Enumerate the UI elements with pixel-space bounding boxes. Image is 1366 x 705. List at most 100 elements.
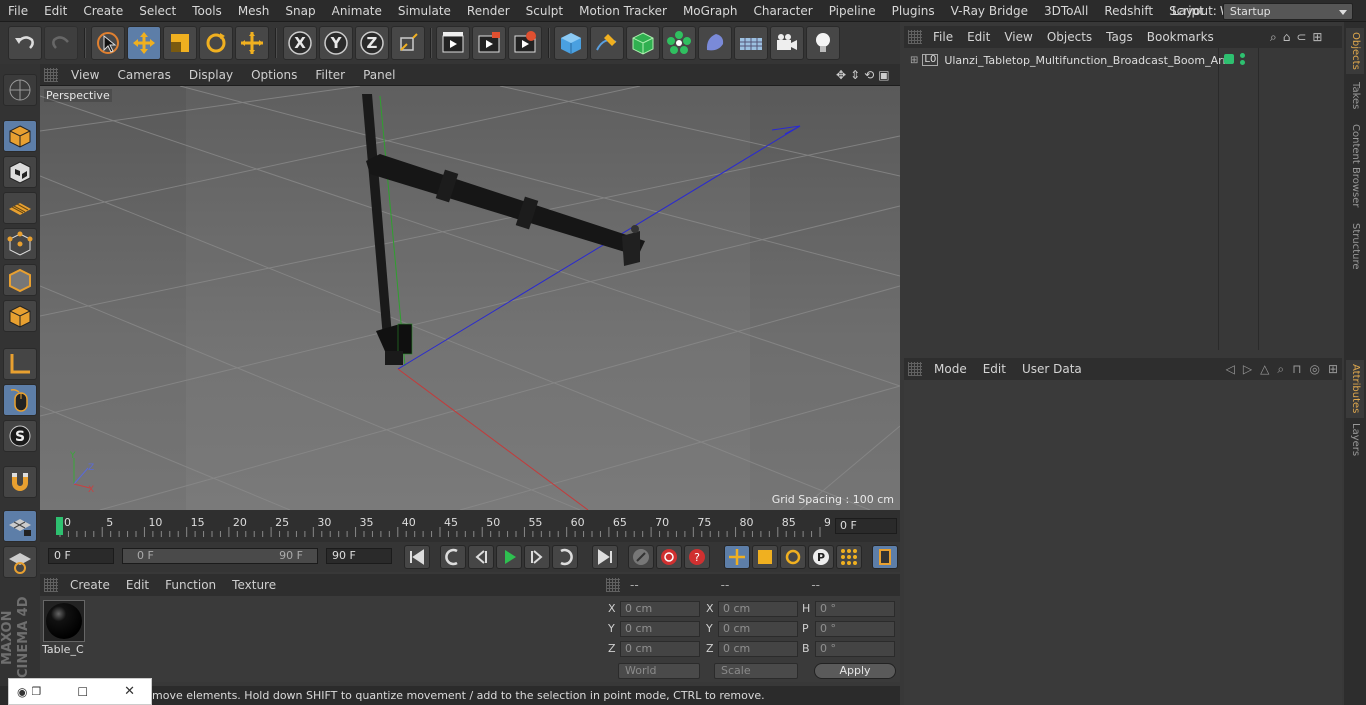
cube-button[interactable] xyxy=(554,26,588,60)
menu-plugins[interactable]: Plugins xyxy=(884,0,943,22)
cloner-button[interactable] xyxy=(662,26,696,60)
object-menu-bookmarks[interactable]: Bookmarks xyxy=(1140,26,1221,48)
menu-sculpt[interactable]: Sculpt xyxy=(518,0,571,22)
record-button[interactable] xyxy=(656,545,682,569)
menu-character[interactable]: Character xyxy=(745,0,820,22)
menu-render[interactable]: Render xyxy=(459,0,518,22)
texture-mode-button[interactable] xyxy=(3,156,37,188)
expand-icon[interactable]: ⊞ xyxy=(910,55,918,66)
recent-tool-button[interactable] xyxy=(235,26,269,60)
menu-simulate[interactable]: Simulate xyxy=(390,0,459,22)
workplane-mode-button[interactable] xyxy=(3,192,37,224)
attribute-menu-mode[interactable]: Mode xyxy=(926,358,975,380)
object-menu-view[interactable]: View xyxy=(997,26,1039,48)
points-mode-button[interactable] xyxy=(3,228,37,260)
subdivision-button[interactable] xyxy=(626,26,660,60)
coord-value-field[interactable]: 0 cm xyxy=(718,641,798,657)
coordinate-mode-select[interactable]: World xyxy=(618,663,700,679)
object-menu-edit[interactable]: Edit xyxy=(960,26,997,48)
tab-objects[interactable]: Objects xyxy=(1346,28,1364,74)
coord-value-field[interactable]: 0 ° xyxy=(815,601,895,617)
menu-redshift[interactable]: Redshift xyxy=(1096,0,1161,22)
menu-snap[interactable]: Snap xyxy=(277,0,323,22)
key-position-button[interactable] xyxy=(724,545,750,569)
close-icon[interactable]: ✕ xyxy=(124,684,135,699)
object-row[interactable]: ⊞ L0 Ulanzi_Tabletop_Multifunction_Broad… xyxy=(910,52,1233,68)
menu-edit[interactable]: Edit xyxy=(36,0,75,22)
tab-layers[interactable]: Layers xyxy=(1346,420,1364,460)
edges-mode-button[interactable] xyxy=(3,264,37,296)
autokey-button[interactable]: ? xyxy=(684,545,710,569)
maximize-icon[interactable]: ▣ xyxy=(878,68,889,82)
panel-grip[interactable] xyxy=(908,30,922,44)
redo-button[interactable] xyxy=(44,26,78,60)
perspective-viewport[interactable]: Y Z X Perspective Grid Spacing : 100 cm xyxy=(40,86,900,510)
layer-color-icon[interactable] xyxy=(1224,54,1234,64)
previous-frame-button[interactable] xyxy=(468,545,494,569)
panel-grip[interactable] xyxy=(44,67,58,82)
coord-value-field[interactable]: 0 cm xyxy=(620,641,700,657)
menu-tools[interactable]: Tools xyxy=(184,0,230,22)
coord-value-field[interactable]: 0 cm xyxy=(620,621,700,637)
x-axis-button[interactable]: X xyxy=(283,26,317,60)
menu-v-ray-bridge[interactable]: V-Ray Bridge xyxy=(943,0,1036,22)
go-to-start-button[interactable] xyxy=(404,545,430,569)
live-selection-button[interactable] xyxy=(91,26,125,60)
pen-spline-button[interactable] xyxy=(590,26,624,60)
up-icon[interactable]: △ xyxy=(1260,362,1269,376)
attribute-menu-user-data[interactable]: User Data xyxy=(1014,358,1090,380)
new-window-icon[interactable]: ⊞ xyxy=(1328,362,1338,376)
end-frame-field[interactable]: 90 F xyxy=(326,548,392,564)
snap-mode-button[interactable]: S xyxy=(3,420,37,452)
go-to-end-button[interactable] xyxy=(592,545,618,569)
timeline-window-button[interactable] xyxy=(872,545,898,569)
key-pla-button[interactable] xyxy=(836,545,862,569)
menu-mesh[interactable]: Mesh xyxy=(230,0,278,22)
render-view-button[interactable] xyxy=(436,26,470,60)
forward-icon[interactable]: ▷ xyxy=(1243,362,1252,376)
lock-icon[interactable]: ⊓ xyxy=(1292,362,1301,376)
maximize-icon[interactable]: ☐ xyxy=(77,685,88,699)
size-mode-select[interactable]: Scale xyxy=(714,663,798,679)
move-button[interactable] xyxy=(127,26,161,60)
panel-grip[interactable] xyxy=(908,362,922,376)
key-rotation-button[interactable] xyxy=(780,545,806,569)
playhead[interactable] xyxy=(56,517,63,535)
frame-range-slider[interactable]: 0 F 90 F xyxy=(122,548,318,564)
render-picture-viewer-button[interactable] xyxy=(472,26,506,60)
start-frame-field[interactable]: 0 F xyxy=(48,548,114,564)
material-thumbnail[interactable] xyxy=(43,600,85,642)
key-parameter-button[interactable]: P xyxy=(808,545,834,569)
coord-value-field[interactable]: 0 cm xyxy=(718,621,798,637)
key-scale-button[interactable] xyxy=(752,545,778,569)
polygons-mode-button[interactable] xyxy=(3,300,37,332)
rotate-button[interactable] xyxy=(199,26,233,60)
timeline[interactable]: 0 5 10 15 20 25 30 35 40 45 50 55 60 65 70 75 80 85 90 0 F xyxy=(40,510,900,542)
next-key-button[interactable] xyxy=(552,545,578,569)
layout-select[interactable]: Startup xyxy=(1222,2,1353,20)
magnet-button[interactable] xyxy=(3,466,37,498)
camera-button[interactable] xyxy=(770,26,804,60)
menu-mograph[interactable]: MoGraph xyxy=(675,0,746,22)
coord-value-field[interactable]: 0 ° xyxy=(815,641,895,657)
axis-mode-button[interactable] xyxy=(3,348,37,380)
coord-value-field[interactable]: 0 cm xyxy=(620,601,700,617)
viewport-menu-view[interactable]: View xyxy=(62,64,108,86)
visibility-dots-icon[interactable] xyxy=(1240,53,1246,67)
target-icon[interactable]: ◎ xyxy=(1309,362,1319,376)
menu-file[interactable]: File xyxy=(0,0,36,22)
viewport-menu-display[interactable]: Display xyxy=(180,64,242,86)
make-editable-button[interactable] xyxy=(3,74,37,106)
keyframe-selection-button[interactable] xyxy=(628,545,654,569)
next-frame-button[interactable] xyxy=(524,545,550,569)
pan-icon[interactable]: ✥ xyxy=(836,68,846,82)
tab-takes[interactable]: Takes xyxy=(1346,78,1364,114)
scale-button[interactable] xyxy=(163,26,197,60)
coord-value-field[interactable]: 0 ° xyxy=(815,621,895,637)
tab-attributes[interactable]: Attributes xyxy=(1346,360,1364,418)
menu-pipeline[interactable]: Pipeline xyxy=(821,0,884,22)
timeline-ruler[interactable]: 0 5 10 15 20 25 30 35 40 45 50 55 60 65 70 75 80 85 90 xyxy=(50,515,838,537)
current-frame-field[interactable]: 0 F xyxy=(835,518,897,534)
material-menu-texture[interactable]: Texture xyxy=(224,574,284,596)
material-name[interactable]: Table_C xyxy=(42,643,84,656)
